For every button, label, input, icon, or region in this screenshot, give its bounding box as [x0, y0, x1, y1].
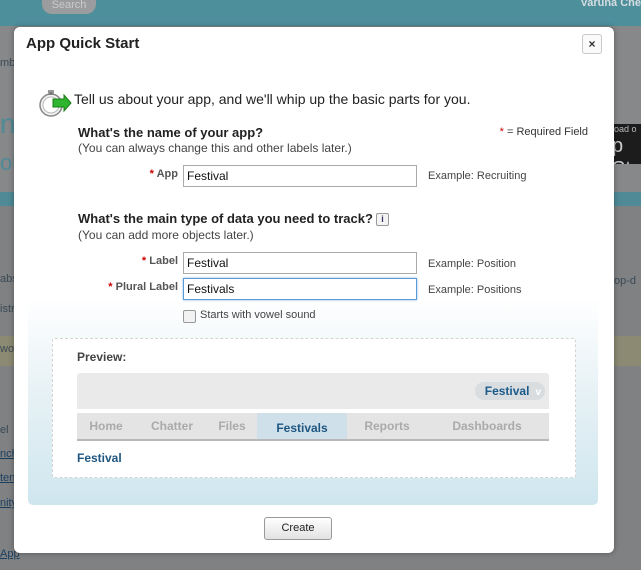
- plural-label-example: Example: Positions: [428, 284, 522, 296]
- background-search-button: Search: [42, 0, 96, 14]
- dialog-header: App Quick Start ×: [14, 27, 614, 61]
- intro-text: Tell us about your app, and we'll whip u…: [74, 91, 471, 107]
- required-field-legend: * = Required Field: [500, 126, 588, 138]
- preview-record-link: Festival: [77, 451, 122, 465]
- background-link-2: ten: [0, 472, 16, 484]
- tab-home: Home: [89, 419, 123, 433]
- plural-label-field-label: * Plural Label: [38, 281, 178, 293]
- data-type-question: What's the main type of data you need to…: [78, 211, 373, 226]
- dialog-title: App Quick Start: [26, 35, 140, 52]
- background-top-bar: Search Varuna Che: [0, 0, 641, 26]
- app-quick-start-dialog: App Quick Start × Tell us about your app…: [14, 27, 614, 553]
- chevron-down-icon: v: [535, 387, 541, 398]
- plural-label-text: Plural Label: [115, 281, 178, 293]
- app-label-text: App: [156, 168, 178, 180]
- app-name-hint: (You can always change this and other la…: [78, 141, 352, 155]
- vowel-sound-checkbox[interactable]: [183, 310, 196, 323]
- tab-reports: Reports: [364, 419, 410, 433]
- background-badge-small: load o: [612, 124, 637, 134]
- dialog-content: Tell us about your app, and we'll whip u…: [28, 73, 598, 505]
- background-badge: load o p St: [612, 124, 641, 164]
- close-button[interactable]: ×: [582, 34, 602, 54]
- background-badge-big: p St: [612, 135, 631, 164]
- required-legend-text: = Required Field: [503, 126, 588, 138]
- label-input[interactable]: [183, 252, 417, 274]
- app-name-input[interactable]: [183, 165, 417, 187]
- app-picker-label: Festival: [484, 384, 530, 398]
- preview-title: Preview:: [77, 350, 127, 364]
- background-text-6: wo: [0, 343, 15, 355]
- app-example: Example: Recruiting: [428, 170, 527, 182]
- app-picker: Festival v: [474, 382, 545, 400]
- app-required-star: *: [149, 168, 154, 180]
- label-field-label: * Label: [38, 255, 178, 267]
- app-field-label: * App: [38, 168, 178, 180]
- label-label-text: Label: [149, 255, 178, 267]
- background-text-5: istr: [0, 303, 15, 315]
- label-required-star: *: [141, 255, 147, 267]
- plural-label-input[interactable]: [183, 278, 417, 300]
- background-text-8: op-d: [614, 275, 637, 287]
- data-type-hint: (You can add more objects later.): [78, 228, 254, 242]
- tab-chatter: Chatter: [150, 419, 193, 433]
- stopwatch-arrow-icon: [36, 87, 72, 122]
- tab-dashboards: Dashboards: [452, 419, 522, 433]
- background-user-name: Varuna Che: [580, 0, 641, 9]
- tab-festivals: Festivals: [257, 413, 347, 439]
- preview-tab-bar: Home Chatter Files Festivals Reports Das…: [77, 413, 549, 441]
- label-example: Example: Position: [428, 258, 517, 270]
- preview-panel: Preview: Festival v Home Chatter Files Fe…: [52, 338, 576, 478]
- background-text-7: el: [0, 424, 9, 436]
- plural-required-star: *: [108, 281, 113, 293]
- create-button[interactable]: Create: [264, 517, 332, 540]
- preview-header-bar: Festival v: [77, 373, 549, 409]
- app-name-question: What's the name of your app?: [78, 125, 264, 140]
- tab-files: Files: [218, 419, 246, 433]
- info-icon[interactable]: i: [376, 213, 389, 226]
- vowel-sound-label[interactable]: Starts with vowel sound: [200, 309, 316, 321]
